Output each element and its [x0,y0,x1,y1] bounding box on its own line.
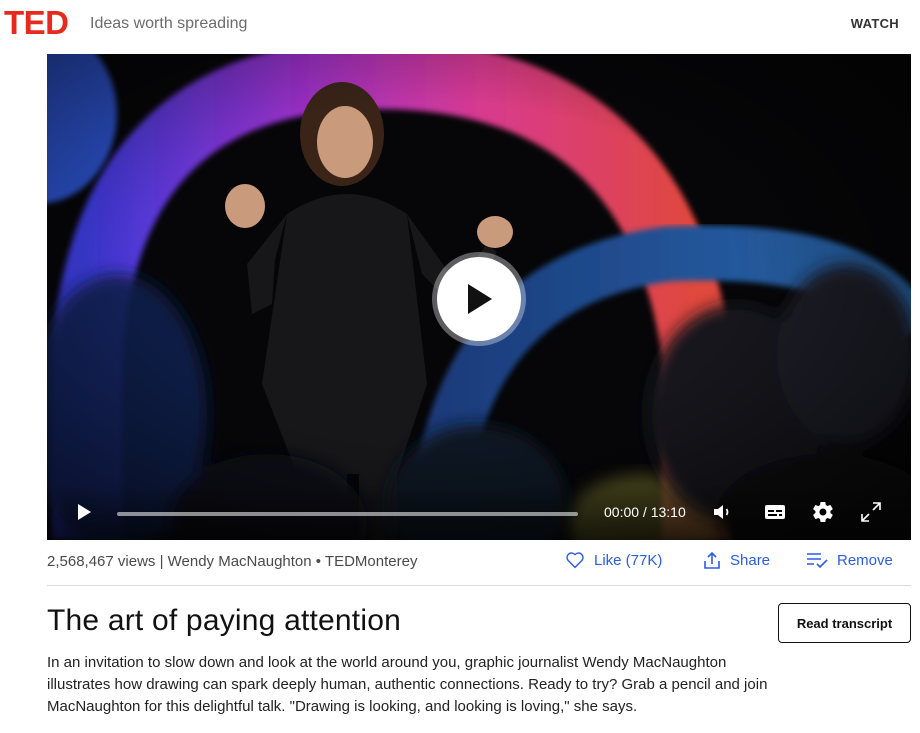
captions-icon[interactable] [763,500,787,524]
remove-button[interactable]: Remove [806,551,893,569]
read-transcript-button[interactable]: Read transcript [778,603,911,643]
like-button[interactable]: Like (77K) [565,551,662,569]
playlist-check-icon [807,553,828,569]
talk-description: In an invitation to slow down and look a… [47,654,768,715]
big-play-circle[interactable] [437,257,521,341]
settings-gear-icon[interactable] [811,500,835,524]
share-label: Share [730,552,771,569]
tagline: Ideas worth spreading [90,15,248,32]
nav-watch-link[interactable]: WATCH [851,16,899,31]
play-icon[interactable] [75,503,93,521]
heart-icon [566,552,584,569]
site-header: TED Ideas worth spreading WATCH [0,0,920,50]
logo-text[interactable]: TED [4,6,69,40]
fullscreen-icon[interactable] [859,500,883,524]
volume-icon[interactable] [711,500,735,524]
like-label: Like (77K) [594,551,663,569]
share-icon [704,551,720,569]
progress-bar[interactable] [117,512,578,516]
ted-logo[interactable]: TED [4,6,69,40]
divider [47,585,911,586]
play-icon [468,284,492,314]
time-display: 00:00 / 13:10 [604,504,686,520]
video-player[interactable]: 00:00 / 13:10 [47,54,911,540]
player-controls: 00:00 / 13:10 [47,484,911,540]
talk-meta: 2,568,467 views | Wendy MacNaughton • TE… [47,553,418,570]
remove-label: Remove [837,551,893,569]
talk-title: The art of paying attention [47,604,401,637]
share-button[interactable]: Share [703,551,770,570]
big-play-button[interactable] [432,252,526,346]
